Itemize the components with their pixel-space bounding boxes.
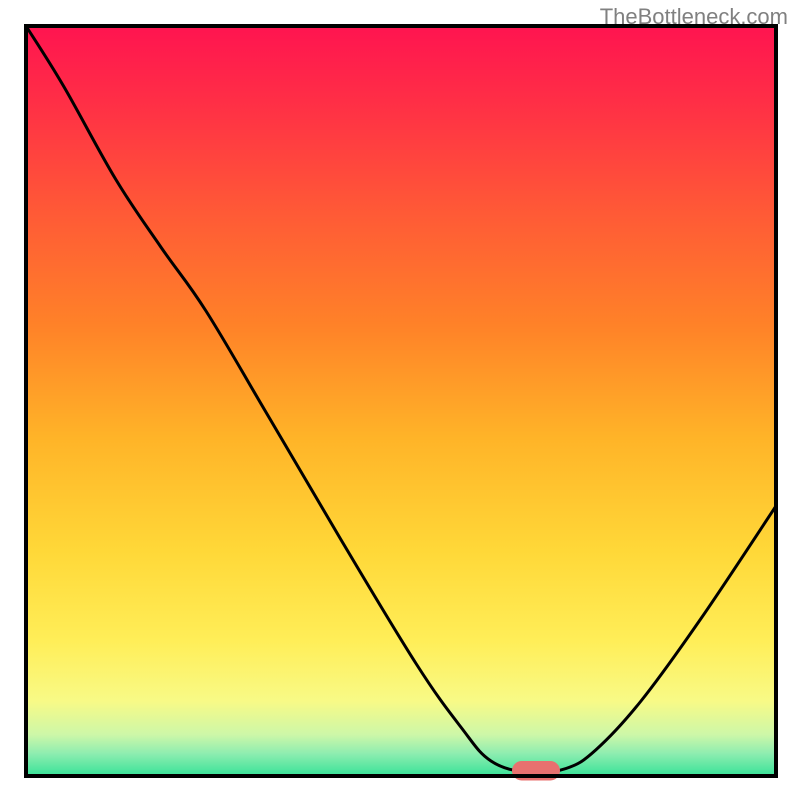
chart-svg [0,0,800,800]
bottleneck-chart: TheBottleneck.com [0,0,800,800]
gradient-background [26,26,776,776]
watermark-text: TheBottleneck.com [600,4,788,30]
